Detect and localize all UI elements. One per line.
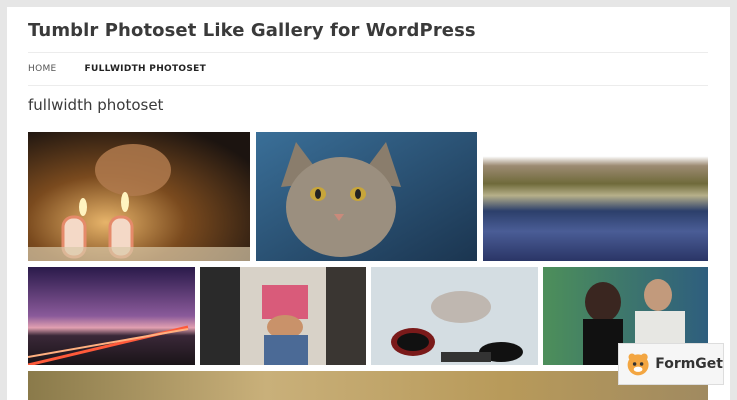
nav-item-home[interactable]: HOME [28,64,57,74]
formget-logo-icon [627,353,649,376]
photo-cat[interactable] [256,132,477,261]
page: Tumblr Photoset Like Gallery for WordPre… [7,7,730,400]
header-divider [28,52,708,53]
nav-item-fullwidth-photoset[interactable]: FULLWIDTH PHOTOSET [85,64,207,74]
site-title[interactable]: Tumblr Photoset Like Gallery for WordPre… [28,20,476,41]
main-nav: HOME FULLWIDTH PHOTOSET [28,64,206,74]
photo-fashion-girl[interactable] [200,267,366,365]
photo-row3-wide[interactable] [28,371,708,400]
nav-divider [28,85,708,86]
page-title: fullwidth photoset [28,96,164,114]
photo-highway-night[interactable] [28,267,195,365]
photo-dj-girl[interactable] [371,267,538,365]
formget-badge-text: FormGet [655,356,723,372]
formget-badge[interactable]: FormGet [618,343,724,385]
photo-landscape-blur[interactable] [483,132,708,261]
photo-birthday-cake[interactable] [28,132,250,261]
